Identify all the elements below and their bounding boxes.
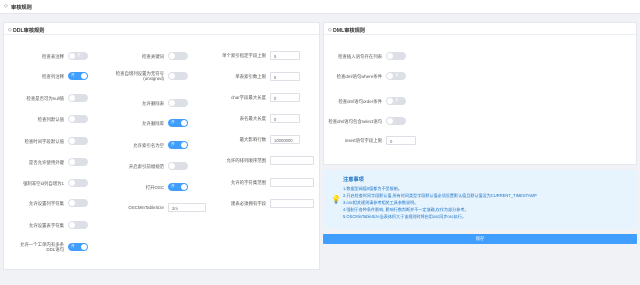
save-button[interactable]: 保存 — [323, 234, 637, 244]
notice-line: 5.OSCMinTableSize当表体积大于该规则时将启用osc同步osc执行… — [343, 214, 467, 219]
dml-panel: ◇ DML审核规则 — [323, 22, 637, 165]
dml-rule-toggle[interactable]: 关 — [386, 97, 406, 105]
toggle-text: 关 — [77, 53, 81, 58]
rule-label: 表名最大长度 — [239, 116, 266, 121]
dml-rule-label: 检查dml语句order条件 — [338, 98, 382, 104]
rule-label: 允许的字符集范围 — [230, 180, 266, 185]
rule-label: 开启索引前缀规范 — [128, 163, 164, 169]
rule-label: 允许一个工单内有多条 DDL语句 — [20, 242, 64, 253]
rule-label: 检查是否可为null值 — [26, 95, 64, 101]
page-title: 审核规则 — [11, 5, 32, 11]
ddl-icon: ◇ — [8, 26, 12, 33]
footer-area — [0, 272, 640, 285]
notice-line: 4.强制于各种条件影响, 影响行数判断并不一定准确,仅作为部分参考。 — [343, 207, 469, 212]
rule-input[interactable]: 5 — [270, 51, 300, 60]
toggle-text: 开 — [71, 73, 75, 78]
osc-min-table-size-label: OSCMinTableSize — [128, 205, 164, 210]
dml-icon: ◇ — [328, 26, 332, 33]
rule-label: 检查列默认值 — [37, 116, 64, 122]
rule-toggle[interactable] — [68, 179, 88, 187]
rule-toggle[interactable]: 开 — [68, 243, 88, 251]
toggle-text: 开 — [71, 244, 75, 249]
toggle-text: 关 — [395, 98, 399, 103]
rule-label: 强制非空id列自增为1 — [23, 180, 64, 186]
rule-label: 检查列注释 — [42, 73, 64, 79]
rule-label: 检查表注释 — [42, 53, 64, 59]
dml-rule-toggle[interactable] — [386, 52, 406, 60]
toggle-text: 关 — [395, 73, 399, 78]
lightbulb-icon: 💡 — [331, 195, 341, 204]
rule-label: 检查自增列设置为无符号 (unsigned) — [115, 71, 164, 82]
notice-line: 1.数据型阀值0值都为不受限制。 — [343, 186, 402, 191]
rule-label: char字段最大长度 — [231, 95, 266, 100]
rule-toggle[interactable] — [68, 115, 88, 123]
rule-toggle[interactable] — [68, 221, 88, 229]
insert-limit-input[interactable]: 0 — [386, 136, 416, 145]
dml-panel-header: ◇ DML审核规则 — [324, 23, 636, 35]
osc-min-table-size-input[interactable]: 2m — [168, 203, 206, 212]
rule-label: 打开OSC — [145, 184, 164, 190]
dml-panel-title: DML审核规则 — [333, 28, 365, 34]
dml-rule-toggle[interactable]: 关 — [386, 72, 406, 80]
rule-input[interactable]: 0 — [270, 93, 300, 102]
rule-toggle[interactable] — [68, 158, 88, 166]
rule-label: 建表必须拥有字段 — [230, 201, 266, 206]
page-header: ◇ 审核规则 — [0, 0, 640, 14]
rule-toggle[interactable] — [68, 94, 88, 102]
rule-label: 允许设置列字符集 — [28, 200, 64, 206]
dml-rule-label: 检查dml语句where条件 — [336, 73, 382, 79]
toggle-text: 开 — [171, 184, 175, 189]
rule-label: 单表索引数上限 — [235, 74, 266, 79]
rule-label: 最大影响行数 — [239, 137, 266, 142]
rule-toggle[interactable]: 开 — [168, 141, 188, 149]
rules-icon: ◇ — [4, 3, 8, 9]
rule-input[interactable]: 5 — [270, 72, 300, 81]
notice-line: 2.开启检查时间字段默认值,所有时间类型字段默认值必须设置默认值且默认值设为CU… — [343, 193, 537, 198]
notice-title: 注意事项 — [343, 177, 364, 183]
rule-toggle[interactable] — [168, 52, 188, 60]
rule-input[interactable] — [270, 178, 314, 187]
ddl-panel-header: ◇ DDL审核规则 — [4, 23, 319, 35]
rule-label: 是否允许使用外键 — [28, 159, 64, 165]
rule-toggle[interactable]: 关 — [68, 52, 88, 60]
notice-line: 3.osc相关规则请参考相关工具参数说明。 — [343, 200, 419, 205]
rule-toggle[interactable]: 开 — [168, 183, 188, 191]
rule-label: 允许删除库 — [142, 120, 164, 126]
rule-toggle[interactable]: 开 — [168, 119, 188, 127]
rule-label: 允许设置表字符集 — [28, 222, 64, 228]
rule-toggle[interactable] — [68, 137, 88, 145]
rule-label: 检查时间字段默认值 — [24, 138, 64, 144]
rule-input[interactable] — [270, 199, 314, 208]
dml-rule-label: 检查dml语句包含select语句 — [328, 118, 382, 124]
rule-label: 允许删除表 — [142, 100, 164, 106]
ddl-panel-title: DDL审核规则 — [13, 28, 45, 34]
rule-toggle[interactable] — [168, 72, 188, 80]
rule-toggle[interactable] — [68, 199, 88, 207]
rule-input[interactable]: 0 — [270, 114, 300, 123]
rule-label: 允许的排列顺序范围 — [226, 158, 266, 163]
rule-label: 允许索引名为空 — [133, 142, 164, 148]
rule-input[interactable]: 10000000 — [270, 135, 300, 144]
rule-label: 检查关键词 — [142, 53, 164, 59]
dml-rule-label: 检查插入语句存在列表 — [338, 53, 382, 59]
notice-box: 💡 注意事项 1.数据型阀值0值都为不受限制。 2.开启检查时间字段默认值,所有… — [323, 170, 637, 229]
rule-toggle[interactable] — [168, 99, 188, 107]
rule-input[interactable] — [270, 156, 314, 165]
rule-toggle[interactable] — [168, 162, 188, 170]
toggle-text: 开 — [171, 120, 175, 125]
dml-rule-toggle[interactable] — [386, 117, 406, 125]
insert-limit-label: insert语句字段上限 — [344, 138, 382, 143]
rule-toggle[interactable]: 开 — [68, 72, 88, 80]
rule-label: 单个索引指定字段上限 — [222, 53, 266, 58]
toggle-text: 开 — [171, 142, 175, 147]
